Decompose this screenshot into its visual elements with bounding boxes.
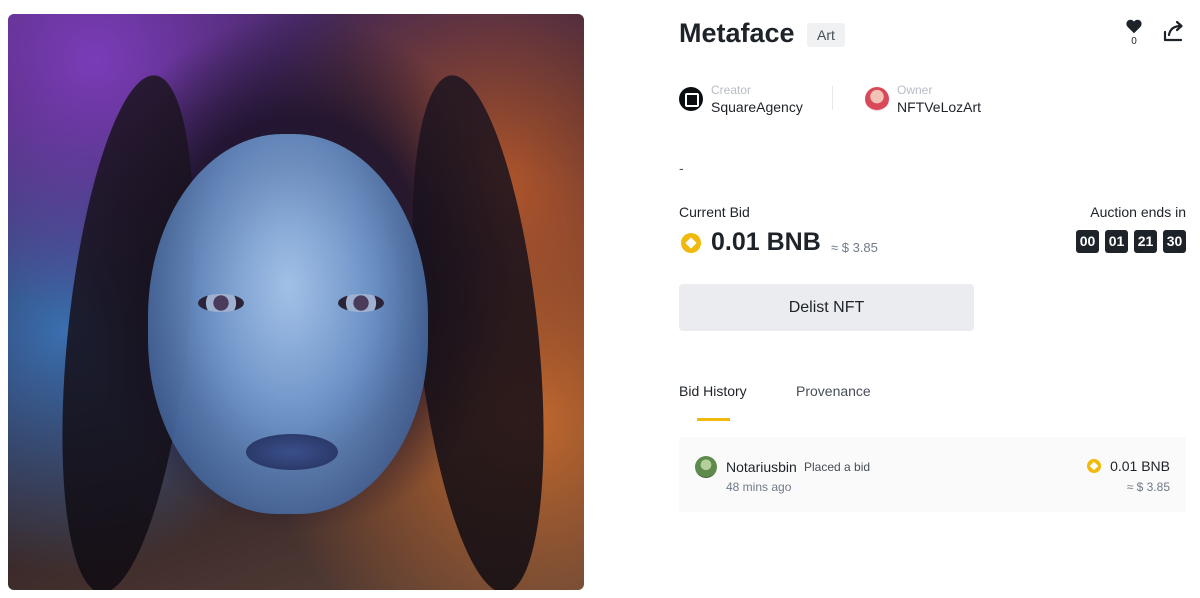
creator-owner-divider	[832, 86, 833, 110]
creator-name[interactable]: SquareAgency	[711, 99, 803, 115]
auction-countdown: 00 01 21 30	[1076, 230, 1186, 253]
creator-avatar	[679, 87, 703, 111]
nft-description: -	[679, 160, 684, 176]
artwork-eye-right	[338, 294, 384, 312]
bnb-icon	[681, 233, 701, 253]
bid-history-row: Notariusbin Placed a bid 48 mins ago 0.0…	[679, 437, 1186, 512]
nft-title: Metaface	[679, 18, 795, 48]
bidder-avatar[interactable]	[695, 456, 717, 478]
artwork-eye-left	[198, 294, 244, 312]
countdown-days: 00	[1076, 230, 1099, 253]
like-count: 0	[1131, 36, 1137, 47]
artwork-lips	[246, 434, 338, 470]
bid-time: 48 mins ago	[726, 480, 792, 494]
current-bid-amount: 0.01 BNB	[711, 228, 821, 256]
tab-provenance[interactable]: Provenance	[796, 383, 871, 399]
owner-avatar	[865, 87, 889, 111]
bid-amount: 0.01 BNB	[1110, 458, 1170, 474]
bnb-icon	[1087, 459, 1101, 473]
auction-ends-label: Auction ends in	[1090, 204, 1186, 220]
delist-nft-button[interactable]: Delist NFT	[679, 284, 974, 331]
owner-label: Owner	[897, 83, 933, 97]
owner-info[interactable]: Owner NFTVeLozArt	[865, 83, 1005, 123]
active-tab-indicator	[697, 418, 730, 421]
creator-label: Creator	[711, 83, 752, 97]
countdown-hours: 01	[1105, 230, 1128, 253]
share-button[interactable]	[1162, 20, 1188, 44]
bidder-name[interactable]: Notariusbin	[726, 459, 797, 475]
bid-action: Placed a bid	[804, 460, 871, 474]
nft-artwork[interactable]	[8, 14, 584, 590]
countdown-minutes: 21	[1134, 230, 1157, 253]
share-icon	[1163, 20, 1183, 42]
current-bid-usd: ≈ $ 3.85	[831, 240, 878, 255]
bid-usd: ≈ $ 3.85	[1126, 480, 1170, 494]
countdown-seconds: 30	[1163, 230, 1186, 253]
owner-name[interactable]: NFTVeLozArt	[897, 99, 981, 115]
category-tag[interactable]: Art	[807, 23, 845, 47]
current-bid-label: Current Bid	[679, 204, 750, 220]
tab-bid-history[interactable]: Bid History	[679, 383, 747, 399]
heart-icon	[1126, 19, 1142, 34]
like-button[interactable]: 0	[1120, 18, 1148, 56]
creator-info[interactable]: Creator SquareAgency	[679, 83, 819, 123]
